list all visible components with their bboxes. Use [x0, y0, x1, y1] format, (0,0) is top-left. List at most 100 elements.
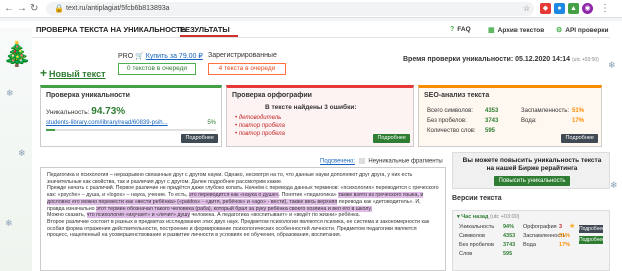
snowflake-icon: ❄	[5, 218, 13, 228]
check-time: Время проверки уникальности: 05.12.2020 …	[403, 56, 599, 63]
reload-icon[interactable]: ↻	[30, 3, 38, 15]
spelling-panel: Проверка орфографии В тексте найдены 3 о…	[226, 85, 414, 147]
buy-pro-link[interactable]: Купить за 79.00 ₽	[146, 53, 203, 60]
error-summary: В тексте найдены 3 ошибки:	[265, 104, 357, 111]
seo-value: 17%	[572, 118, 585, 124]
arrow-left-icon[interactable]: ←	[4, 3, 14, 15]
more-button[interactable]: Подробнее	[181, 134, 218, 143]
arrow-right-icon[interactable]: →	[17, 3, 27, 15]
version-value: 94%	[503, 224, 515, 230]
seo-label: Без пробелов:	[427, 118, 467, 124]
reg-queue-badge: 4 текста в очереди	[208, 63, 286, 75]
more-button[interactable]: Подробнее	[561, 134, 598, 143]
tab-results[interactable]: РЕЗУЛЬТАТЫ	[180, 25, 230, 34]
legend-swatch	[358, 158, 365, 164]
archive-icon: ▦	[488, 27, 495, 34]
snowflake-icon: ❄	[18, 148, 26, 158]
upgrade-button[interactable]: Повысить уникальность	[494, 176, 570, 186]
version-value: 17%	[559, 242, 571, 248]
menu-icon[interactable]: ⋮	[600, 3, 610, 15]
star-icon: ★	[569, 223, 576, 230]
highlight-link[interactable]: Подсвечено:	[320, 159, 355, 165]
extension-icon[interactable]: ◆	[540, 3, 551, 14]
versions-title: Версии текста	[452, 195, 502, 202]
tab-check-text[interactable]: ПРОВЕРКА ТЕКСТА НА УНИКАЛЬНОСТЬ	[36, 25, 186, 34]
url-text[interactable]: text.ru/antiplagiat/5fcb6b813893a	[66, 5, 170, 12]
uniqueness-value: Уникальность: 94.73%	[46, 106, 126, 117]
source-link[interactable]: students-library.com/library/read/60839-…	[46, 120, 168, 126]
panel-title: Проверка уникальности	[46, 92, 130, 99]
version-more-button[interactable]: Подробнее	[579, 225, 605, 233]
version-label: Орфография	[523, 224, 557, 230]
version-value: 4353	[503, 233, 516, 239]
snowflake-icon: ❄	[6, 88, 14, 98]
active-tab-indicator	[180, 35, 238, 37]
registered-label: Зарегистрированные	[208, 52, 277, 59]
seo-label: Количество слов:	[427, 128, 476, 134]
source-percent: 5%	[207, 120, 216, 126]
extension-icon[interactable]: ▲	[568, 3, 579, 14]
snowflake-icon: ❄	[608, 60, 616, 70]
triangle-icon: ▾	[457, 214, 460, 220]
version-label: Слов	[459, 251, 473, 257]
version-more-button[interactable]: Подробнее	[579, 236, 605, 244]
source-bar	[46, 129, 216, 131]
text-paragraph: Второе различие состоит в разных в предм…	[47, 218, 430, 239]
panel-title: Проверка орфографии	[232, 92, 312, 99]
site-header: ПРОВЕРКА ТЕКСТА НА УНИКАЛЬНОСТЬ РЕЗУЛЬТА…	[32, 21, 610, 38]
panel-title: SEO-анализ текста	[424, 92, 490, 99]
version-label: Без пробелов	[459, 242, 494, 248]
cart-icon: 🛒	[135, 53, 144, 60]
error-item[interactable]: повтор пробела	[235, 123, 285, 129]
version-value: 595	[503, 251, 513, 257]
version-label: Символов	[459, 233, 485, 239]
text-paragraph: Педагогика и психология – неразрывно свя…	[47, 172, 413, 185]
version-value: 51%	[559, 233, 571, 239]
lock-icon: 🔒	[54, 4, 64, 13]
nav-archive[interactable]: ▦ Архив текстов	[488, 26, 544, 34]
nonunique-fragment[interactable]: что психология «изучает» и «лечит» душу	[86, 212, 191, 219]
question-icon: ?	[450, 26, 455, 33]
error-item[interactable]: повтор пробела	[235, 131, 285, 137]
version-time: ▾ Час назад (utc +03:00)	[457, 214, 520, 220]
seo-label: Вода:	[521, 118, 537, 124]
checked-text[interactable]: Педагогика и психология – неразрывно свя…	[40, 167, 446, 271]
snowflake-icon: ❄	[610, 180, 618, 190]
seo-value: 3743	[485, 118, 499, 124]
nonunique-fragment[interactable]: этот термин обозначал такого человека (р…	[96, 205, 372, 212]
christmas-decoration: 🎄 ❄ ❄ ❄	[0, 28, 32, 271]
legend-label: Неуникальные фрагменты	[368, 158, 443, 165]
upgrade-message: Вы можете повысить уникальность текста н…	[462, 157, 602, 172]
extension-icon[interactable]: ●	[554, 3, 565, 14]
version-value: 3	[559, 224, 563, 230]
nav-faq[interactable]: ? FAQ	[450, 26, 471, 33]
avatar[interactable]: ◉	[582, 3, 593, 14]
pro-queue-badge: 0 текстов в очереди	[118, 63, 196, 75]
seo-value: 4353	[485, 108, 499, 114]
source-bar-fill	[46, 129, 55, 131]
browser-bar: ← → ↻ 🔒 text.ru/antiplagiat/5fcb6b813893…	[0, 0, 622, 18]
pro-info: PRO 🛒 Купить за 79.00 ₽	[118, 53, 203, 60]
seo-value: 51%	[572, 108, 585, 114]
version-label: Вода	[523, 242, 536, 248]
star-icon[interactable]: ☆	[523, 3, 530, 15]
seo-panel: SEO-анализ текста Всего символов: 4353 Б…	[418, 85, 602, 147]
highlight-legend: Подсвечено: Неуникальные фрагменты	[320, 158, 443, 165]
nonunique-fragment[interactable]: это переводится как «наука о душе»	[188, 192, 279, 199]
uniqueness-panel: Проверка уникальности Уникальность: 94.7…	[40, 85, 222, 147]
gear-icon: ⚙	[556, 27, 563, 34]
new-text-button[interactable]: + Новый текст	[40, 66, 105, 80]
seo-value: 595	[485, 128, 496, 134]
nav-api[interactable]: ⚙ API проверки	[556, 26, 609, 34]
seo-label: Всего символов:	[427, 108, 473, 114]
more-button[interactable]: Подробнее	[373, 134, 410, 143]
error-item[interactable]: детоводитель	[235, 115, 282, 121]
text-paragraph: Можно сказать, что психология «изучает» …	[47, 212, 361, 219]
version-label: Уникальность	[459, 224, 495, 230]
text-paragraph: Прежде начать с различий. Первое различи…	[47, 185, 439, 212]
upgrade-box: Вы можете повысить уникальность текста н…	[452, 152, 610, 189]
version-entry[interactable]: ▾ Час назад (utc +03:00) Уникальность 94…	[452, 210, 610, 271]
seo-label: Заспамленность:	[521, 108, 570, 114]
address-bar[interactable]: 🔒 text.ru/antiplagiat/5fcb6b813893a	[46, 2, 534, 16]
plus-icon: +	[40, 66, 48, 80]
